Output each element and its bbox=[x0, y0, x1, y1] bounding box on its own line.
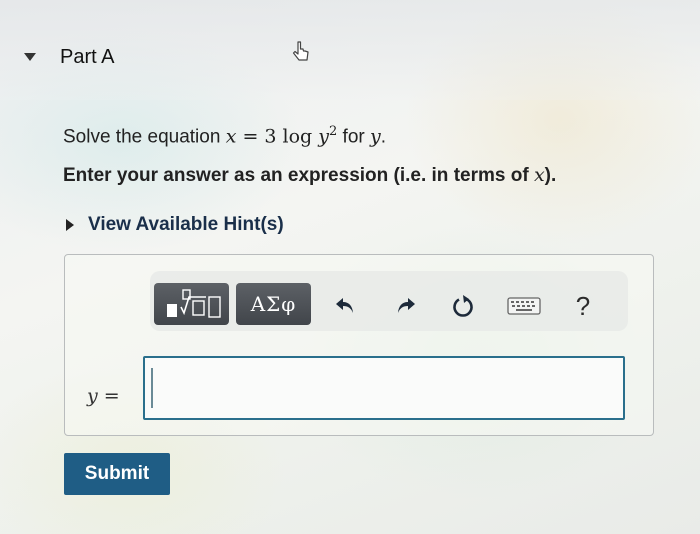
text-caret bbox=[151, 368, 153, 408]
help-button[interactable]: ? bbox=[568, 291, 598, 321]
templates-icon bbox=[167, 289, 221, 318]
keyboard-icon bbox=[507, 297, 541, 315]
keyboard-button[interactable] bbox=[502, 291, 546, 321]
redo-icon bbox=[398, 298, 415, 313]
instruction-variable: x bbox=[533, 164, 545, 186]
math-toolbar: ΑΣφ ? bbox=[150, 271, 628, 331]
symbols-icon: ΑΣφ bbox=[250, 292, 297, 316]
equation-middle: = 3 log bbox=[236, 125, 319, 148]
question-prefix: Solve the equation bbox=[63, 126, 226, 148]
part-a-toggle[interactable]: Part A bbox=[24, 44, 114, 70]
view-hints-toggle[interactable]: View Available Hint(s) bbox=[66, 212, 284, 238]
instruction-body: Enter your answer as an expression (i.e.… bbox=[63, 165, 534, 186]
equation-x: x bbox=[225, 125, 237, 148]
answer-equals: = bbox=[97, 385, 120, 407]
part-title: Part A bbox=[60, 45, 115, 68]
reset-button[interactable] bbox=[448, 291, 478, 321]
redo-button[interactable] bbox=[391, 291, 421, 321]
templates-button[interactable] bbox=[154, 283, 229, 325]
answer-variable: y bbox=[87, 385, 98, 407]
instruction-text: Enter your answer as an expression (i.e.… bbox=[63, 164, 556, 187]
target-variable: y bbox=[370, 125, 381, 148]
question-text: Solve the equation x = 3 log y2 for y. bbox=[63, 124, 386, 148]
question-period: . bbox=[380, 126, 387, 148]
instruction-close: ). bbox=[544, 165, 557, 186]
mouse-cursor-icon bbox=[292, 41, 309, 61]
answer-input[interactable] bbox=[143, 356, 625, 420]
caret-right-icon bbox=[66, 219, 74, 231]
question-suffix: for bbox=[337, 126, 371, 148]
hints-label: View Available Hint(s) bbox=[88, 214, 284, 235]
help-icon: ? bbox=[575, 290, 591, 321]
reset-icon bbox=[453, 295, 473, 317]
submit-button[interactable]: Submit bbox=[64, 453, 170, 495]
symbols-button[interactable]: ΑΣφ bbox=[236, 283, 311, 325]
undo-button[interactable] bbox=[330, 291, 360, 321]
caret-down-icon bbox=[24, 53, 36, 61]
answer-panel: ΑΣφ ? y = bbox=[64, 254, 654, 436]
answer-label: y = bbox=[87, 385, 120, 408]
undo-icon bbox=[336, 298, 353, 313]
equation-y: y bbox=[318, 125, 329, 148]
